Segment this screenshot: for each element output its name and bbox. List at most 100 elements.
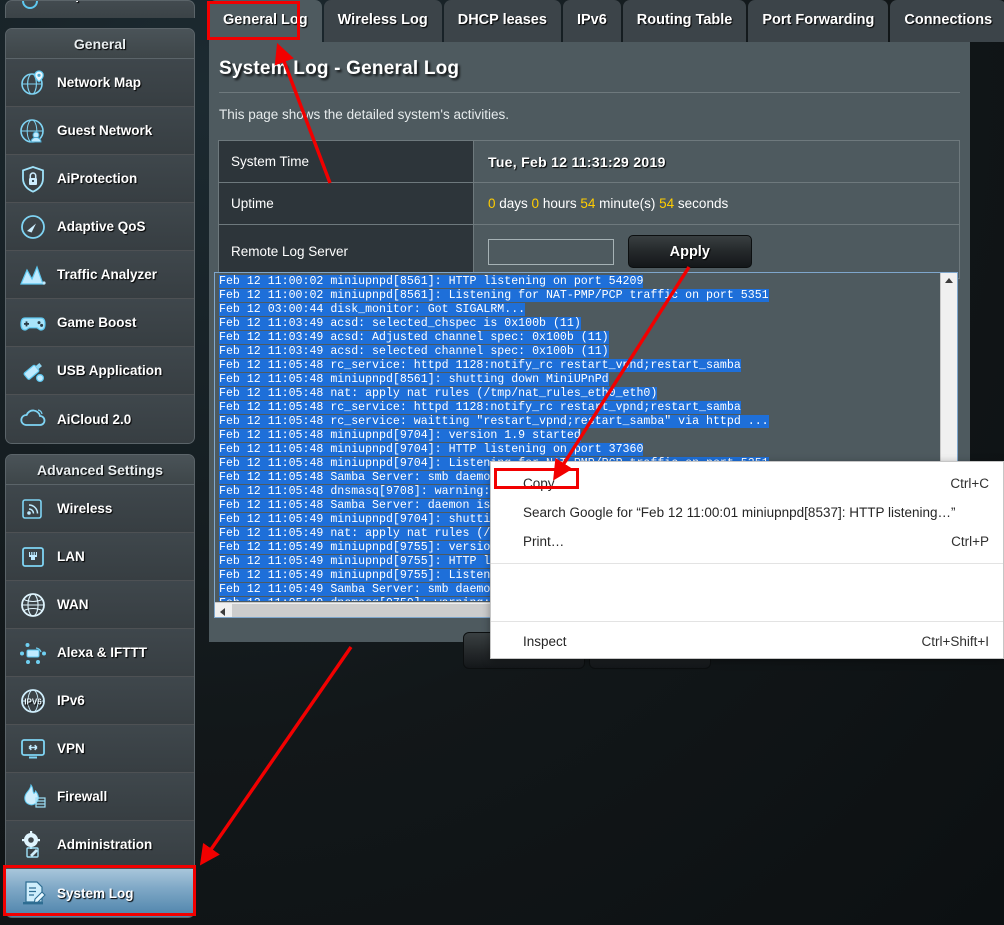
page-title: System Log - General Log	[209, 42, 970, 80]
sidebar: Setup General Network Map	[0, 0, 200, 925]
sidebar-item-aicloud[interactable]: AiCloud 2.0	[6, 395, 194, 443]
table-row-remote-log-server: Remote Log Server Apply	[219, 225, 960, 279]
context-menu-item-copy[interactable]: Copy Ctrl+C	[491, 469, 1003, 498]
log-line: Feb 12 11:05:48 rc_service: waitting "re…	[219, 415, 939, 429]
scroll-up-arrow-icon[interactable]	[945, 278, 953, 283]
context-menu-item-search-google-label: Search Google for “Feb 12 11:00:01 miniu…	[523, 505, 973, 520]
sidebar-item-wireless[interactable]: Wireless	[6, 485, 194, 533]
tab-general-log[interactable]: General Log	[209, 0, 322, 42]
sidebar-item-setup-clipped[interactable]: Setup	[5, 0, 195, 18]
sidebar-item-traffic-analyzer[interactable]: Traffic Analyzer	[6, 251, 194, 299]
uptime-seconds-word: seconds	[674, 196, 728, 211]
system-info-table: System Time Tue, Feb 12 11:31:29 2019 Up…	[218, 140, 960, 279]
log-line: Feb 12 11:05:48 miniupnpd[8561]: shuttin…	[219, 373, 939, 387]
context-menu-item-search-google[interactable]: Search Google for “Feb 12 11:00:01 miniu…	[491, 498, 1003, 527]
log-line: Feb 12 11:00:02 miniupnpd[8561]: HTTP li…	[219, 275, 939, 289]
system-time-value-cell: Tue, Feb 12 11:31:29 2019	[474, 141, 960, 183]
firewall-flame-icon	[18, 782, 48, 812]
sidebar-item-game-boost-label: Game Boost	[57, 315, 137, 330]
uptime-days-word: days	[496, 196, 532, 211]
gear-pencil-icon	[18, 830, 48, 860]
context-menu-item-copy-accel: Ctrl+C	[950, 476, 989, 491]
uptime-seconds: 54	[659, 196, 674, 211]
router-admin-page: Setup General Network Map	[0, 0, 1004, 925]
page-description: This page shows the detailed system's ac…	[209, 93, 970, 122]
gauge-icon	[18, 212, 48, 242]
setup-icon	[18, 0, 42, 13]
sidebar-item-firewall[interactable]: Firewall	[6, 773, 194, 821]
context-menu-item-print[interactable]: Print… Ctrl+P	[491, 527, 1003, 556]
browser-context-menu: Copy Ctrl+C Search Google for “Feb 12 11…	[490, 461, 1004, 659]
sidebar-item-traffic-analyzer-label: Traffic Analyzer	[57, 267, 157, 282]
apply-button[interactable]: Apply	[628, 235, 752, 268]
shield-lock-icon	[18, 164, 48, 194]
tab-connections[interactable]: Connections	[890, 0, 1004, 42]
context-menu-item-print-label: Print…	[523, 534, 935, 549]
log-line: Feb 12 11:05:48 miniupnpd[9704]: version…	[219, 429, 939, 443]
tab-wireless-log[interactable]: Wireless Log	[324, 0, 442, 42]
sidebar-item-network-map-label: Network Map	[57, 75, 141, 90]
sidebar-item-wan[interactable]: WAN	[6, 581, 194, 629]
sidebar-item-game-boost[interactable]: Game Boost	[6, 299, 194, 347]
sidebar-item-administration[interactable]: Administration	[6, 821, 194, 869]
log-line: Feb 12 11:05:48 rc_service: httpd 1128:n…	[219, 359, 939, 373]
scroll-left-arrow-icon[interactable]	[220, 608, 225, 616]
sidebar-item-adaptive-qos[interactable]: Adaptive QoS	[6, 203, 194, 251]
wireless-signal-icon	[18, 494, 48, 524]
tab-port-forwarding[interactable]: Port Forwarding	[748, 0, 888, 42]
system-time-value: Tue, Feb 12 11:31:29 2019	[488, 154, 666, 170]
sidebar-group-advanced-settings: Advanced Settings Wireless LAN	[5, 454, 195, 918]
sidebar-item-aiprotection[interactable]: AiProtection	[6, 155, 194, 203]
sidebar-item-ipv6[interactable]: IPV6 IPv6	[6, 677, 194, 725]
remote-log-server-label: Remote Log Server	[219, 225, 474, 279]
svg-text:IPV6: IPV6	[24, 697, 42, 706]
log-line: Feb 12 03:00:44 disk_monitor: Got SIGALR…	[219, 303, 939, 317]
sidebar-item-firewall-label: Firewall	[57, 789, 107, 804]
sidebar-item-vpn-label: VPN	[57, 741, 85, 756]
context-menu-separator-2	[491, 621, 1003, 622]
sidebar-item-network-map[interactable]: Network Map	[6, 59, 194, 107]
log-line: Feb 12 11:00:02 miniupnpd[8561]: Listeni…	[219, 289, 939, 303]
remote-log-server-input[interactable]	[488, 239, 614, 265]
network-map-icon	[18, 68, 48, 98]
uptime-hours: 0	[532, 196, 540, 211]
uptime-label: Uptime	[219, 183, 474, 225]
tab-ipv6[interactable]: IPv6	[563, 0, 621, 42]
guest-network-icon	[18, 116, 48, 146]
uptime-minutes-word: minute(s)	[595, 196, 659, 211]
sidebar-item-lan-label: LAN	[57, 549, 85, 564]
sidebar-item-alexa-ifttt[interactable]: Alexa & IFTTT	[6, 629, 194, 677]
alexa-ifttt-icon	[18, 638, 48, 668]
sidebar-item-ipv6-label: IPv6	[57, 693, 85, 708]
sidebar-item-usb-application[interactable]: USB Application	[6, 347, 194, 395]
log-line: Feb 12 11:05:48 nat: apply nat rules (/t…	[219, 387, 939, 401]
log-line: Feb 12 11:03:49 acsd: selected_chspec is…	[219, 317, 939, 331]
sidebar-item-setup-label: Setup	[46, 0, 84, 2]
sidebar-item-guest-network[interactable]: Guest Network	[6, 107, 194, 155]
context-menu-item-copy-label: Copy	[523, 476, 934, 491]
sidebar-group-general-title: General	[6, 29, 194, 59]
log-line: Feb 12 11:03:49 acsd: selected channel s…	[219, 345, 939, 359]
sidebar-item-lan[interactable]: LAN	[6, 533, 194, 581]
usb-icon	[18, 356, 48, 386]
context-menu-separator-1	[491, 563, 1003, 564]
tab-bar: General Log Wireless Log DHCP leases IPv…	[209, 0, 1004, 42]
tab-routing-table[interactable]: Routing Table	[623, 0, 747, 42]
log-line: Feb 12 11:05:48 rc_service: httpd 1128:n…	[219, 401, 939, 415]
sidebar-item-vpn[interactable]: VPN	[6, 725, 194, 773]
sidebar-item-wireless-label: Wireless	[57, 501, 112, 516]
sidebar-item-alexa-ifttt-label: Alexa & IFTTT	[57, 645, 147, 660]
sidebar-group-general: General Network Map	[5, 28, 195, 444]
gamepad-icon	[18, 308, 48, 338]
uptime-value-cell: 0 days 0 hours 54 minute(s) 54 seconds	[474, 183, 960, 225]
vpn-monitor-icon	[18, 734, 48, 764]
sidebar-item-system-log[interactable]: System Log	[6, 869, 194, 917]
lan-port-icon	[18, 542, 48, 572]
context-menu-item-inspect-accel: Ctrl+Shift+I	[921, 634, 989, 649]
tab-dhcp-leases[interactable]: DHCP leases	[444, 0, 561, 42]
uptime-hours-word: hours	[539, 196, 580, 211]
sidebar-item-aicloud-label: AiCloud 2.0	[57, 412, 131, 427]
system-log-icon	[18, 878, 48, 908]
log-line: Feb 12 11:05:48 miniupnpd[9704]: HTTP li…	[219, 443, 939, 457]
context-menu-item-inspect[interactable]: Inspect Ctrl+Shift+I	[491, 627, 1003, 656]
